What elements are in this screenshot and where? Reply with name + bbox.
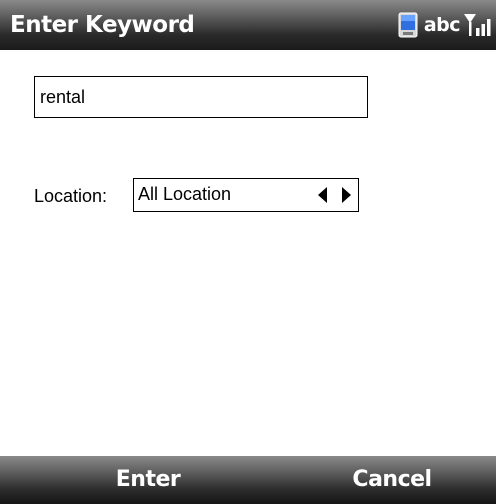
keyword-input[interactable]: rental: [34, 76, 368, 118]
status-area: abc: [398, 0, 496, 50]
title-bar: Enter Keyword abc: [0, 0, 496, 50]
softkey-bar: Enter Cancel: [0, 456, 496, 504]
location-label: Location:: [34, 186, 108, 206]
page-title: Enter Keyword: [10, 12, 195, 38]
location-selector[interactable]: All Location: [133, 178, 359, 212]
arrow-right-icon[interactable]: [342, 187, 351, 203]
cancel-button[interactable]: Cancel: [292, 456, 492, 504]
enter-button[interactable]: Enter: [48, 456, 248, 504]
device-icon: [398, 12, 418, 38]
arrow-left-icon[interactable]: [318, 187, 327, 203]
screen: Enter Keyword abc rental Location: All L…: [0, 0, 496, 504]
location-value: All Location: [138, 184, 232, 204]
signal-strength-icon: [462, 10, 494, 40]
input-mode-indicator: abc: [423, 14, 461, 36]
